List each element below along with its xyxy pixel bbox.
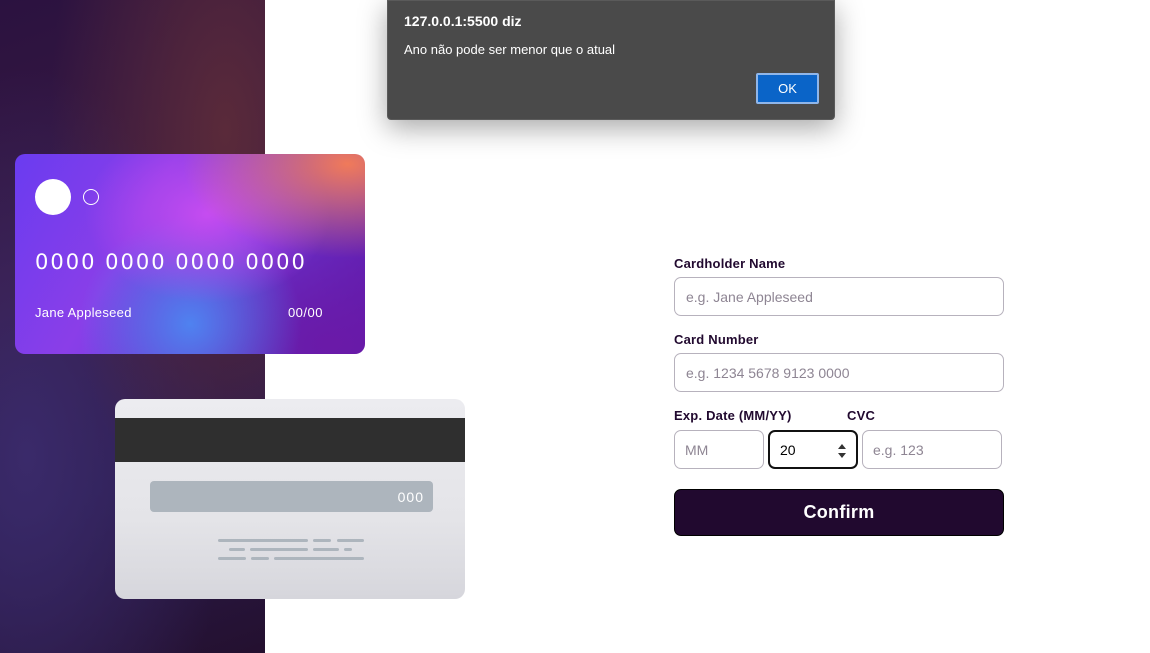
card-back-decor-line: [218, 539, 308, 542]
card-back-decor-line: [251, 557, 269, 560]
page: 0000 0000 0000 0000 Jane Appleseed 00/00…: [0, 0, 1150, 653]
exp-month-input[interactable]: [674, 430, 764, 469]
cardholder-name-input[interactable]: [674, 277, 1004, 316]
card-back-decor-line: [344, 548, 352, 551]
spinner-up-icon[interactable]: [838, 444, 846, 449]
exp-year-value: 20: [780, 441, 796, 458]
number-spinner[interactable]: [837, 444, 847, 458]
card-logo-circle: [35, 179, 71, 215]
cvc-label: CVC: [847, 408, 876, 423]
card-back-decor-line: [313, 548, 339, 551]
card-back: 000: [115, 399, 465, 599]
card-back-decor-line: [337, 539, 364, 542]
card-form: Cardholder Name Card Number Exp. Date (M…: [674, 256, 1004, 536]
card-logo-ring: [83, 189, 99, 205]
card-front: 0000 0000 0000 0000 Jane Appleseed 00/00: [15, 154, 365, 354]
alert-message: Ano não pode ser menor que o atual: [404, 42, 616, 57]
alert-ok-button[interactable]: OK: [756, 73, 819, 104]
card-exp-display: 00/00: [287, 305, 323, 320]
exp-date-label: Exp. Date (MM/YY): [674, 408, 792, 423]
card-number-display: 0000 0000 0000 0000: [35, 250, 307, 274]
cvc-input[interactable]: [862, 430, 1002, 469]
exp-year-input[interactable]: 20: [768, 430, 858, 469]
card-back-decor-line: [274, 557, 364, 560]
magnetic-stripe: [115, 418, 465, 462]
card-holder-display: Jane Appleseed: [35, 305, 132, 320]
alert-title: 127.0.0.1:5500 diz: [404, 13, 522, 29]
card-back-decor-line: [313, 539, 331, 542]
card-back-decor-line: [229, 548, 245, 551]
exp-cvc-row: 20: [674, 430, 1004, 469]
card-back-decor-line: [250, 548, 308, 551]
alert-dialog: 127.0.0.1:5500 diz Ano não pode ser meno…: [387, 0, 835, 120]
card-back-decor-line: [218, 557, 246, 560]
card-number-input[interactable]: [674, 353, 1004, 392]
exp-cvc-labels: Exp. Date (MM/YY) CVC: [674, 408, 1004, 424]
card-number-label: Card Number: [674, 332, 759, 347]
name-label: Cardholder Name: [674, 256, 786, 271]
spinner-down-icon[interactable]: [838, 453, 846, 458]
card-cvc-display: 000: [150, 481, 433, 512]
confirm-button[interactable]: Confirm: [674, 489, 1004, 536]
